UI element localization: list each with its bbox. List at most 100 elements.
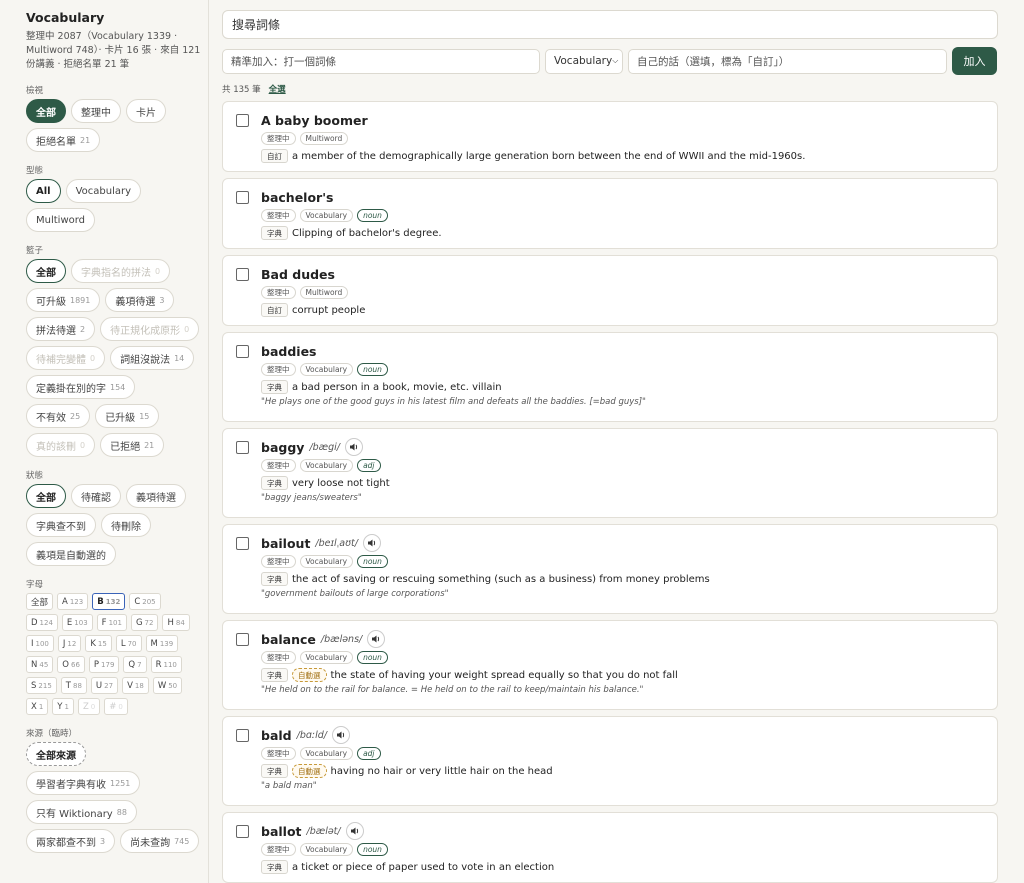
type-chip[interactable]: Multiword	[26, 208, 96, 232]
own-words-input[interactable]: 自己的話（選填，標為「自訂」）	[628, 48, 947, 74]
letter-chip[interactable]: J 12	[57, 635, 82, 652]
speaker-icon[interactable]	[345, 438, 363, 456]
type-chip[interactable]: All	[26, 179, 61, 203]
basket-chip[interactable]: 定義掛在別的字 154	[26, 375, 136, 399]
status-chip[interactable]: 全部	[26, 484, 66, 508]
entry-checkbox[interactable]	[236, 268, 249, 281]
letter-chip[interactable]: B 132	[92, 593, 126, 610]
status-chip[interactable]: 義項待選	[126, 484, 186, 508]
select-all-link[interactable]: 全選	[269, 83, 286, 95]
status-chip[interactable]: 待確認	[71, 484, 121, 508]
letter-chip-label: T	[65, 680, 71, 691]
letter-chip[interactable]: E 103	[61, 614, 93, 631]
speaker-icon[interactable]	[367, 630, 386, 648]
speaker-icon[interactable]	[331, 726, 350, 744]
source-chip[interactable]: 只有 Wiktionary 88	[26, 800, 137, 824]
status-tag: 整理中	[261, 131, 296, 145]
example-text: "baggy jeans/sweaters"	[261, 493, 362, 503]
type-select[interactable]: Vocabulary ⌵	[545, 48, 623, 74]
letter-chip[interactable]: N 45	[26, 656, 54, 673]
status-chip[interactable]: 待刪除	[101, 513, 151, 537]
letter-chip[interactable]: G 72	[130, 614, 159, 631]
count-line: 共 135 筆 全選	[222, 83, 998, 95]
letter-chip[interactable]: Y1	[52, 698, 74, 715]
letter-chip[interactable]: H 84	[162, 614, 190, 631]
basket-chip[interactable]: 真的該刪 0	[26, 433, 96, 457]
letter-chip[interactable]: T 88	[60, 677, 87, 694]
letter-chip[interactable]: C 205	[129, 593, 161, 610]
letter-chip[interactable]: R 110	[150, 656, 182, 673]
basket-chip[interactable]: 已升級 15	[95, 404, 160, 428]
source-chip[interactable]: 兩家都查不到 3	[26, 829, 116, 853]
entry-checkbox[interactable]	[236, 825, 249, 838]
letter-chip[interactable]: M 139	[145, 635, 179, 652]
type-tag: Vocabulary	[299, 650, 354, 664]
entry-checkbox[interactable]	[236, 537, 249, 550]
view-chip[interactable]: 卡片	[126, 99, 166, 123]
entry-checkbox[interactable]	[236, 441, 249, 454]
view-chip[interactable]: 拒絕名單 21	[26, 128, 101, 152]
speaker-icon[interactable]	[362, 534, 381, 552]
search-input[interactable]: 搜尋詞條	[222, 10, 998, 39]
definition-line: 自訂 corrupt people	[261, 302, 987, 318]
entry-head: balance/bæləns/	[261, 630, 987, 648]
entry-checkbox[interactable]	[236, 114, 249, 127]
view-chip[interactable]: 全部	[26, 99, 66, 123]
type-tag: Vocabulary	[299, 208, 354, 222]
letter-chip[interactable]: Q7	[123, 656, 147, 673]
letter-chip[interactable]: F 101	[96, 614, 127, 631]
basket-chip[interactable]: 字典指名的拼法 0	[71, 259, 171, 283]
basket-chip[interactable]: 詞組沒說法 14	[110, 346, 195, 370]
letter-chip[interactable]: A 123	[57, 593, 89, 610]
entry-checkbox[interactable]	[236, 345, 249, 358]
letter-chip[interactable]: O 66	[57, 656, 85, 673]
entry-checkbox[interactable]	[236, 633, 249, 646]
add-button[interactable]: 加入	[952, 47, 997, 75]
letter-chip-count: 88	[72, 681, 82, 690]
letter-chip[interactable]: D 124	[26, 614, 58, 631]
letter-chip[interactable]: W 50	[152, 677, 183, 694]
status-tag: 整理中	[261, 285, 296, 299]
letter-chip[interactable]: X1	[26, 698, 49, 715]
letter-chip[interactable]: V 18	[122, 677, 149, 694]
basket-chip[interactable]: 待正規化成原形 0	[100, 317, 200, 341]
letter-chip-label: Z	[82, 701, 89, 712]
basket-chip[interactable]: 待補完變體 0	[26, 346, 106, 370]
entry-ipa: /bɑːld/	[296, 729, 327, 741]
speaker-icon[interactable]	[345, 822, 364, 840]
letter-chip[interactable]: I 100	[26, 635, 54, 652]
letter-chip[interactable]: L 70	[115, 635, 142, 652]
letter-chip[interactable]: #0	[104, 698, 128, 715]
definition-text: very loose not tight	[292, 477, 390, 489]
entry-card: bald/bɑːld/整理中 Vocabulary adj 字典 自動選 having n…	[222, 716, 998, 806]
letter-chip[interactable]: K 15	[85, 635, 112, 652]
status-chip-label: 義項是自動選的	[36, 550, 106, 562]
letter-chip-label: S	[31, 680, 37, 691]
entry-head: bachelor's	[261, 189, 987, 205]
basket-chip[interactable]: 全部	[26, 259, 66, 283]
type-chip[interactable]: Vocabulary	[65, 179, 142, 203]
status-chip[interactable]: 字典查不到	[26, 513, 96, 537]
entry-checkbox[interactable]	[236, 729, 249, 742]
source-chip[interactable]: 全部來源	[26, 742, 86, 766]
letter-chip-count: 1	[64, 702, 69, 711]
add-term-input[interactable]: 精準加入：打一個詞條	[222, 48, 540, 74]
basket-chip[interactable]: 可升級 1891	[26, 288, 101, 312]
letter-chip[interactable]: Z0	[77, 698, 101, 715]
status-tag: 整理中	[261, 746, 296, 760]
entry-checkbox[interactable]	[236, 191, 249, 204]
letter-chip-label: Q	[128, 659, 136, 670]
status-chip[interactable]: 義項是自動選的	[26, 542, 116, 566]
view-chip[interactable]: 整理中	[71, 99, 121, 123]
letter-chip[interactable]: U 27	[90, 677, 119, 694]
source-chip[interactable]: 尚未查詢 745	[120, 829, 200, 853]
letter-chip-count: 27	[104, 681, 114, 690]
basket-chip[interactable]: 義項待選 3	[105, 288, 175, 312]
letter-chip[interactable]: P 179	[88, 656, 120, 673]
letter-chip[interactable]: S 215	[26, 677, 57, 694]
letter-chip[interactable]: 全部	[26, 593, 54, 610]
basket-chip[interactable]: 已拒絕 21	[100, 433, 165, 457]
basket-chip[interactable]: 拼法待選 2	[26, 317, 96, 341]
source-chip[interactable]: 學習者字典有收 1251	[26, 771, 141, 795]
basket-chip[interactable]: 不有效 25	[26, 404, 91, 428]
